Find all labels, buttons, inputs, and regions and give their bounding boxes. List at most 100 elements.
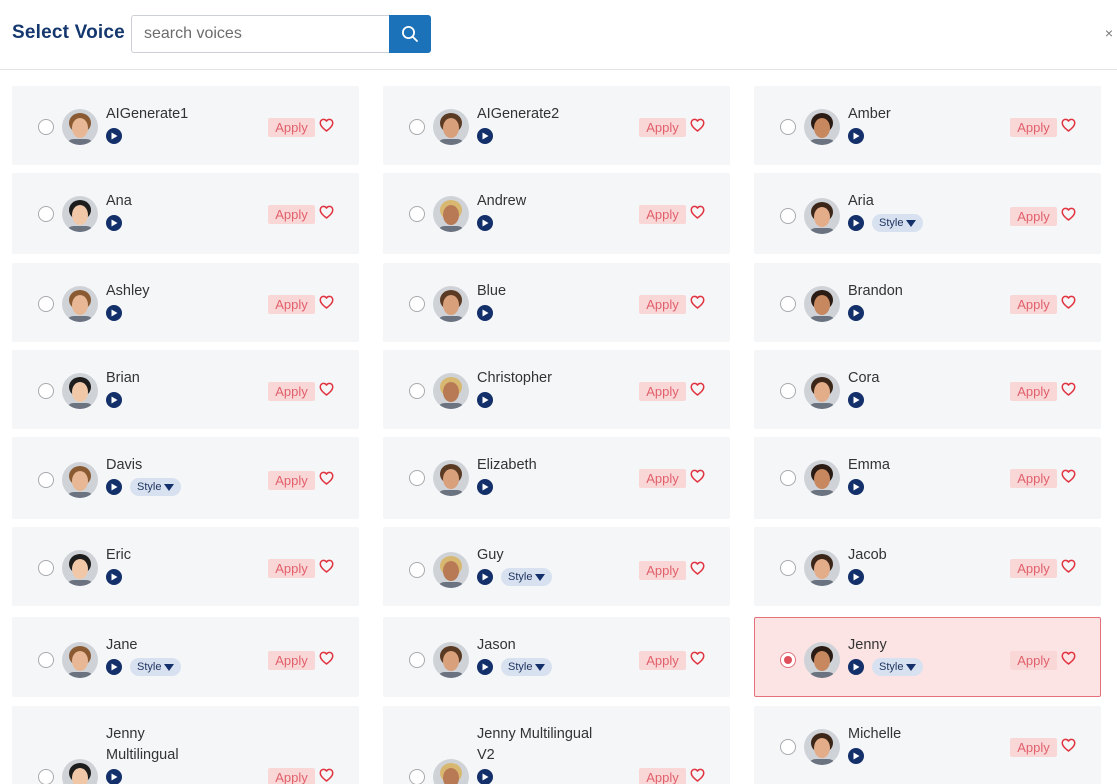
- voice-card[interactable]: Jacob Apply: [754, 527, 1101, 606]
- search-input[interactable]: [131, 15, 390, 53]
- heart-icon[interactable]: [319, 382, 334, 396]
- voice-card[interactable]: Ana Apply: [12, 173, 359, 254]
- heart-icon[interactable]: [1061, 651, 1076, 665]
- apply-button[interactable]: Apply: [639, 561, 686, 580]
- voice-card[interactable]: Jenny Multilingual V2 Apply: [383, 706, 730, 784]
- heart-icon[interactable]: [319, 205, 334, 219]
- apply-button[interactable]: Apply: [268, 205, 315, 224]
- voice-card[interactable]: Brandon Apply: [754, 263, 1101, 342]
- heart-icon[interactable]: [319, 768, 334, 782]
- voice-radio[interactable]: [38, 119, 54, 135]
- heart-icon[interactable]: [690, 205, 705, 219]
- close-icon[interactable]: ×: [1102, 26, 1116, 40]
- play-icon[interactable]: [848, 659, 864, 675]
- play-icon[interactable]: [848, 392, 864, 408]
- voice-radio[interactable]: [409, 562, 425, 578]
- voice-radio[interactable]: [780, 119, 796, 135]
- heart-icon[interactable]: [690, 651, 705, 665]
- search-button[interactable]: [389, 15, 431, 53]
- apply-button[interactable]: Apply: [1010, 207, 1057, 226]
- voice-radio[interactable]: [38, 296, 54, 312]
- play-icon[interactable]: [848, 479, 864, 495]
- play-icon[interactable]: [106, 569, 122, 585]
- play-icon[interactable]: [848, 215, 864, 231]
- apply-button[interactable]: Apply: [639, 382, 686, 401]
- play-icon[interactable]: [848, 748, 864, 764]
- apply-button[interactable]: Apply: [268, 382, 315, 401]
- voice-card[interactable]: Davis Style Apply: [12, 437, 359, 519]
- voice-card[interactable]: Eric Apply: [12, 527, 359, 606]
- voice-radio[interactable]: [38, 769, 54, 784]
- play-icon[interactable]: [106, 479, 122, 495]
- apply-button[interactable]: Apply: [1010, 295, 1057, 314]
- heart-icon[interactable]: [690, 768, 705, 782]
- voice-radio[interactable]: [38, 206, 54, 222]
- voice-card[interactable]: Jane Style Apply: [12, 617, 359, 697]
- apply-button[interactable]: Apply: [268, 559, 315, 578]
- voice-card[interactable]: Aria Style Apply: [754, 173, 1101, 254]
- heart-icon[interactable]: [690, 469, 705, 483]
- heart-icon[interactable]: [319, 559, 334, 573]
- voice-radio[interactable]: [409, 296, 425, 312]
- play-icon[interactable]: [477, 659, 493, 675]
- apply-button[interactable]: Apply: [1010, 651, 1057, 670]
- heart-icon[interactable]: [690, 382, 705, 396]
- play-icon[interactable]: [106, 215, 122, 231]
- style-dropdown[interactable]: Style: [130, 478, 182, 496]
- apply-button[interactable]: Apply: [1010, 118, 1057, 137]
- voice-card[interactable]: Jenny Multilingual Apply: [12, 706, 359, 784]
- play-icon[interactable]: [106, 769, 122, 784]
- voice-card[interactable]: Andrew Apply: [383, 173, 730, 254]
- voice-card[interactable]: Michelle Apply: [754, 706, 1101, 784]
- apply-button[interactable]: Apply: [268, 768, 315, 784]
- play-icon[interactable]: [477, 569, 493, 585]
- voice-radio[interactable]: [38, 652, 54, 668]
- voice-card[interactable]: Brian Apply: [12, 350, 359, 429]
- heart-icon[interactable]: [1061, 207, 1076, 221]
- play-icon[interactable]: [106, 128, 122, 144]
- apply-button[interactable]: Apply: [639, 768, 686, 784]
- style-dropdown[interactable]: Style: [501, 658, 553, 676]
- voice-radio[interactable]: [780, 208, 796, 224]
- play-icon[interactable]: [106, 305, 122, 321]
- play-icon[interactable]: [848, 128, 864, 144]
- heart-icon[interactable]: [319, 118, 334, 132]
- voice-radio[interactable]: [38, 472, 54, 488]
- voice-card[interactable]: Ashley Apply: [12, 263, 359, 342]
- voice-radio[interactable]: [409, 652, 425, 668]
- heart-icon[interactable]: [1061, 559, 1076, 573]
- heart-icon[interactable]: [690, 295, 705, 309]
- voice-card[interactable]: AIGenerate2 Apply: [383, 86, 730, 165]
- heart-icon[interactable]: [1061, 738, 1076, 752]
- apply-button[interactable]: Apply: [268, 295, 315, 314]
- play-icon[interactable]: [848, 305, 864, 321]
- voice-radio[interactable]: [780, 652, 796, 668]
- play-icon[interactable]: [106, 659, 122, 675]
- voice-card[interactable]: AIGenerate1 Apply: [12, 86, 359, 165]
- apply-button[interactable]: Apply: [1010, 469, 1057, 488]
- heart-icon[interactable]: [1061, 382, 1076, 396]
- apply-button[interactable]: Apply: [268, 118, 315, 137]
- style-dropdown[interactable]: Style: [130, 658, 182, 676]
- voice-radio[interactable]: [409, 206, 425, 222]
- voice-card[interactable]: Guy Style Apply: [383, 527, 730, 606]
- apply-button[interactable]: Apply: [268, 651, 315, 670]
- play-icon[interactable]: [477, 128, 493, 144]
- voice-radio[interactable]: [780, 560, 796, 576]
- apply-button[interactable]: Apply: [1010, 738, 1057, 757]
- apply-button[interactable]: Apply: [639, 205, 686, 224]
- voice-radio[interactable]: [38, 560, 54, 576]
- heart-icon[interactable]: [1061, 295, 1076, 309]
- play-icon[interactable]: [848, 569, 864, 585]
- apply-button[interactable]: Apply: [639, 295, 686, 314]
- voice-card[interactable]: Elizabeth Apply: [383, 437, 730, 519]
- voice-radio[interactable]: [409, 769, 425, 784]
- play-icon[interactable]: [477, 479, 493, 495]
- apply-button[interactable]: Apply: [1010, 382, 1057, 401]
- play-icon[interactable]: [477, 392, 493, 408]
- voice-card[interactable]: Blue Apply: [383, 263, 730, 342]
- heart-icon[interactable]: [690, 561, 705, 575]
- heart-icon[interactable]: [319, 295, 334, 309]
- voice-radio[interactable]: [780, 739, 796, 755]
- heart-icon[interactable]: [690, 118, 705, 132]
